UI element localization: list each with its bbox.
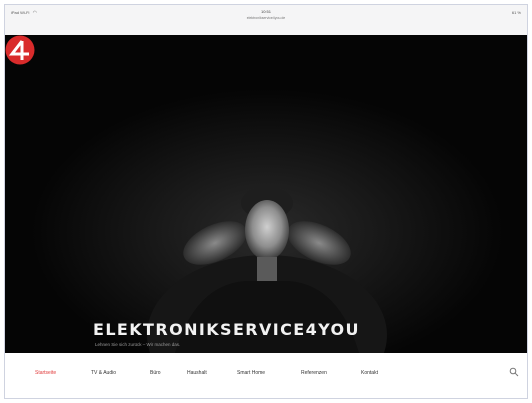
nav-item-startseite[interactable]: Startseite [35, 370, 56, 376]
site-title[interactable]: ELEKTRONIKSERVICE4YOU [93, 320, 360, 339]
battery-indicator: 61 % [511, 10, 521, 15]
search-icon[interactable] [509, 367, 519, 377]
main-navigation: Startseite TV & Audio Büro Haushalt Smar… [5, 353, 527, 398]
status-time: 10:51 [260, 9, 271, 14]
brand-logo-icon[interactable] [5, 35, 35, 65]
hero-banner: ELEKTRONIKSERVICE4YOU Lehnen Sie sich zu… [5, 35, 527, 353]
nav-item-tv-audio[interactable]: TV & Audio [91, 370, 116, 376]
nav-item-haushalt[interactable]: Haushalt [187, 370, 207, 376]
browser-frame: iPad Wi-Fi ◠ 10:51 elektronikservice4you… [4, 4, 528, 399]
site-tagline: Lehnen Sie sich zurück – Wir machen das. [95, 342, 181, 347]
nav-item-referenzen[interactable]: Referenzen [301, 370, 327, 376]
address-url[interactable]: elektronikservice4you.de [5, 16, 527, 20]
status-bar: iPad Wi-Fi ◠ 10:51 elektronikservice4you… [5, 5, 527, 36]
nav-item-buero[interactable]: Büro [150, 370, 161, 376]
hero-image [5, 35, 527, 353]
nav-item-smart-home[interactable]: Smart Home [237, 370, 265, 376]
nav-item-kontakt[interactable]: Kontakt [361, 370, 378, 376]
